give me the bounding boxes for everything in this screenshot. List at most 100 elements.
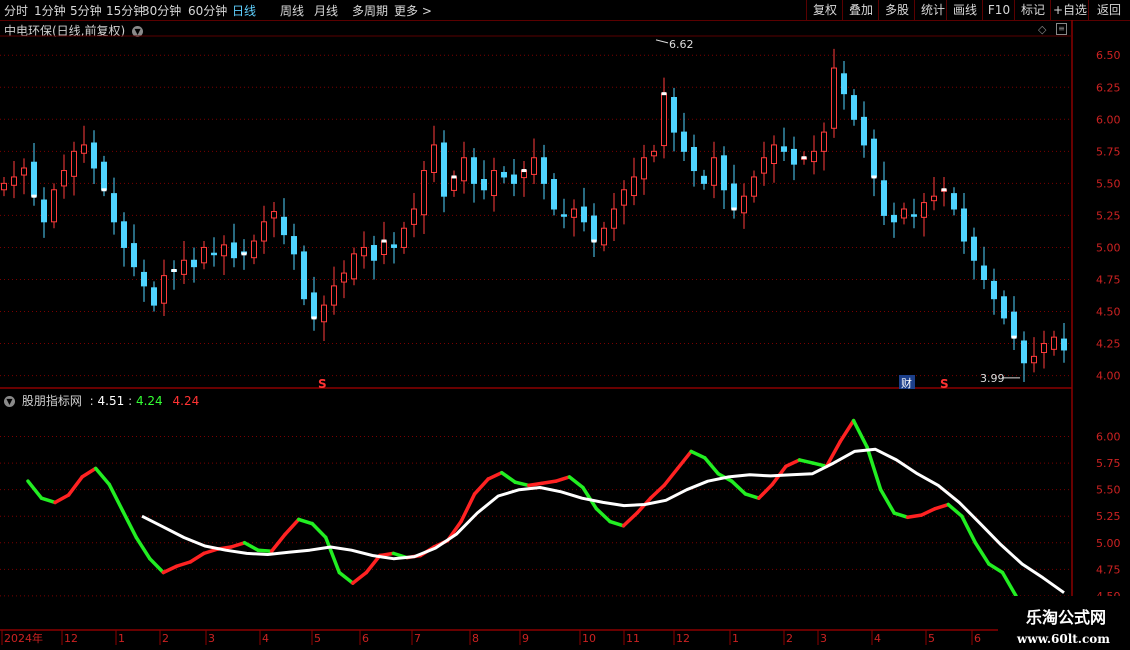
candle-body [271, 211, 277, 219]
candle-body [181, 259, 187, 275]
candle-body [821, 131, 827, 152]
candle-body [541, 157, 547, 184]
candle-body [901, 208, 907, 219]
indicator-dropdown-icon[interactable]: ▼ [4, 396, 15, 407]
indicator-segment [148, 556, 166, 575]
period-tab-2[interactable]: 5分钟 [70, 2, 102, 19]
period-tab-6[interactable]: 日线 [232, 2, 256, 19]
ma-marker [451, 175, 457, 179]
candle-body [481, 179, 487, 191]
indicator-value-green: 4.24 [135, 394, 163, 408]
panel-menu-icon[interactable]: ≡ [1056, 23, 1067, 35]
indicator-segment [905, 513, 924, 520]
candle-body [771, 144, 777, 165]
period-tab-7[interactable]: 周线 [280, 2, 304, 19]
candle-body [71, 150, 77, 177]
indicator-segment [851, 418, 869, 449]
indicator-segment [689, 449, 707, 460]
time-tick-label: 5 [314, 632, 321, 645]
candle-body [721, 155, 727, 191]
candle-body [51, 189, 57, 223]
tool-button-0[interactable]: 复权 [806, 0, 843, 20]
period-tab-4[interactable]: 30分钟 [142, 2, 181, 19]
indicator-segment [878, 487, 896, 515]
ma-marker [1011, 335, 1017, 339]
candle-body [941, 189, 947, 192]
indicator-segment [229, 541, 247, 549]
indicator-sep: : [89, 394, 94, 408]
candle-body [1051, 336, 1057, 350]
ma-marker [661, 92, 667, 96]
indicator-segment [527, 481, 545, 488]
ma-marker [171, 269, 177, 273]
period-tab-0[interactable]: 分时 [4, 2, 28, 19]
indicator-segment [26, 479, 44, 500]
ma-marker [101, 188, 107, 192]
candle-body [641, 157, 647, 180]
candle-body [501, 171, 507, 178]
candle-body [251, 240, 257, 259]
indicator-segment [581, 485, 599, 511]
indicator-segment [919, 507, 937, 517]
indicator-segment [784, 458, 802, 469]
period-tab-1[interactable]: 1分钟 [34, 2, 66, 19]
indicator-segment [621, 511, 639, 528]
ma-marker [801, 156, 807, 160]
title-dropdown-icon[interactable]: ▼ [132, 26, 144, 37]
event-mark-s: S [940, 377, 949, 391]
candle-body [851, 95, 857, 120]
candle-body [751, 176, 757, 197]
indicator-segment [702, 456, 720, 476]
time-tick-label: 9 [522, 632, 529, 645]
candle-body [521, 170, 527, 179]
time-tick-label: 12 [676, 632, 690, 645]
tool-button-5[interactable]: F10 [982, 0, 1015, 20]
period-tab-8[interactable]: 月线 [314, 2, 338, 19]
low-label: 3.99 [980, 372, 1005, 385]
candle-body [581, 206, 587, 223]
indicator-segment [933, 502, 951, 511]
indicator-segment [770, 464, 788, 487]
time-tick-label: 4 [874, 632, 881, 645]
indicator-tick-label: 5.75 [1096, 457, 1121, 470]
time-tick-label: 8 [472, 632, 479, 645]
event-mark-s: S [318, 377, 327, 391]
candle-body [171, 269, 177, 272]
annotations: 6.62 3.99 S S 财 [318, 38, 1020, 391]
ma-marker [871, 175, 877, 179]
diamond-icon[interactable]: ◇ [1038, 23, 1046, 36]
indicator-segment [960, 514, 978, 545]
indicator-segment [757, 482, 775, 500]
candle-body [451, 176, 457, 191]
price-tick-label: 5.25 [1096, 209, 1121, 222]
period-tab-9[interactable]: 多周期 [352, 2, 388, 19]
tool-button-7[interactable]: +自选 [1050, 0, 1089, 20]
tool-button-4[interactable]: 画线 [946, 0, 983, 20]
candle-body [381, 240, 387, 255]
candle-body [691, 146, 697, 172]
price-tick-label: 4.00 [1096, 370, 1121, 383]
indicator-segment [743, 492, 761, 500]
indicator-segment [242, 541, 260, 552]
indicator-segment [662, 466, 680, 488]
price-tick-label: 6.00 [1096, 113, 1121, 126]
tool-button-6[interactable]: 标记 [1014, 0, 1051, 20]
tool-button-8[interactable]: 返回 [1088, 0, 1129, 20]
period-tab-5[interactable]: 60分钟 [188, 2, 227, 19]
tool-button-1[interactable]: 叠加 [842, 0, 879, 20]
period-tab-3[interactable]: 15分钟 [106, 2, 145, 19]
grid [0, 20, 1130, 631]
tool-button-2[interactable]: 多股 [878, 0, 915, 20]
time-tick-label: 3 [208, 632, 215, 645]
candle-body [491, 170, 497, 197]
period-tab-10[interactable]: 更多 > [394, 2, 432, 19]
candle-body [461, 157, 467, 182]
ma-line [141, 447, 1065, 594]
time-tick-label: 2 [162, 632, 169, 645]
watermark-name: 乐淘公式网 [1025, 608, 1106, 627]
candle-body [561, 214, 567, 217]
candle-body [301, 251, 307, 300]
candle-body [161, 275, 167, 304]
indicator-segment [120, 509, 139, 540]
candle-body [881, 180, 887, 216]
